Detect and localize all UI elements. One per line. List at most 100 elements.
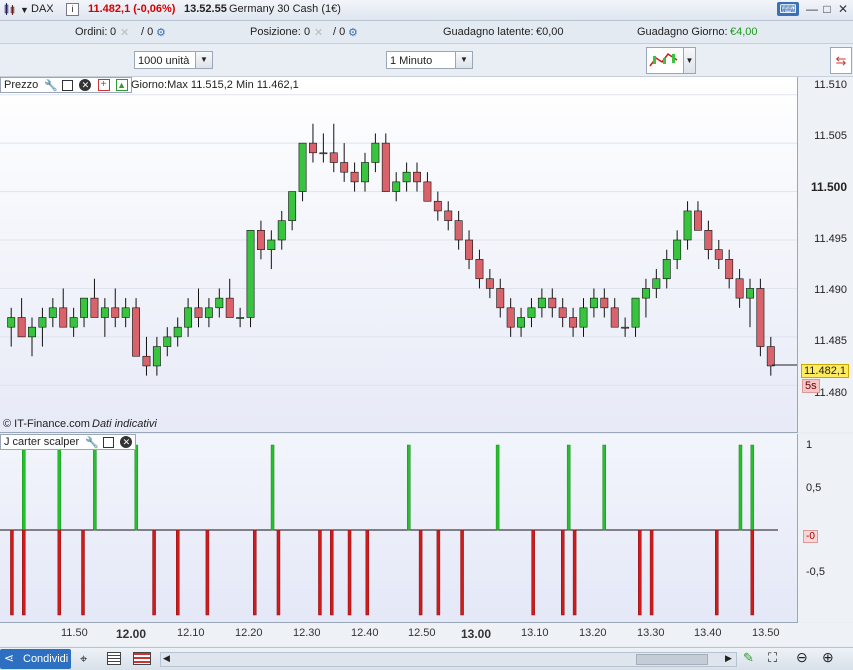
chevron-down-icon[interactable]: ▼ bbox=[20, 5, 29, 15]
orders-total: / 0 bbox=[141, 26, 154, 38]
instrument-name[interactable]: DAX bbox=[31, 3, 54, 15]
chevron-down-icon[interactable]: ▼ bbox=[195, 52, 212, 68]
indicator-axis[interactable]: 1 0,5 -0,5 -0 bbox=[798, 434, 853, 622]
price-chart-panel[interactable]: Prezzo 🔧 ✕ + ▲ Giorno:Max 11.515,2 Min 1… bbox=[0, 77, 798, 433]
candle-body bbox=[444, 210, 453, 221]
position-close-icon[interactable]: ✕ bbox=[314, 26, 323, 39]
candle-body bbox=[277, 220, 286, 241]
scroll-thumb[interactable] bbox=[636, 654, 708, 665]
sell-signal-bar bbox=[57, 529, 62, 616]
candle-body bbox=[309, 142, 317, 154]
position-gears-icon[interactable]: ⚙ bbox=[348, 26, 358, 39]
price-tick: 11.490 bbox=[814, 284, 847, 296]
candle-body bbox=[246, 230, 255, 318]
close-circle-icon[interactable]: ✕ bbox=[120, 436, 133, 449]
wrench-icon[interactable]: 🔧 bbox=[44, 79, 58, 92]
chart-type-dropdown[interactable]: ▼ bbox=[683, 47, 696, 74]
indicator-list-icon[interactable] bbox=[133, 652, 151, 665]
sell-signal-bar bbox=[253, 529, 257, 616]
trading-info-row: Ordini: 0 ✕ / 0 ⚙ Posizione: 0 ✕ / 0 ⚙ G… bbox=[0, 21, 853, 44]
candle-body bbox=[683, 210, 692, 241]
sell-signal-bar bbox=[205, 529, 210, 616]
indicator-panel[interactable]: J carter scalper 🔧 ✕ bbox=[0, 434, 798, 623]
info-icon[interactable]: i bbox=[66, 3, 79, 16]
candle-body bbox=[267, 239, 276, 250]
position-label: Posizione: bbox=[250, 26, 301, 38]
candle-body bbox=[475, 259, 484, 280]
candle-body bbox=[111, 307, 120, 318]
candle-body bbox=[402, 171, 411, 183]
orders-close-icon[interactable]: ✕ bbox=[120, 26, 129, 39]
chart-type-button[interactable] bbox=[646, 47, 684, 74]
buy-signal-bar bbox=[270, 444, 275, 531]
chevron-down-icon[interactable]: ▼ bbox=[455, 52, 472, 68]
sell-signal-bar bbox=[330, 529, 334, 616]
candle-body bbox=[152, 346, 161, 367]
zoom-out-icon[interactable]: ⊖ bbox=[796, 649, 808, 666]
latent-gain-value: €0,00 bbox=[536, 26, 564, 38]
candle-body bbox=[392, 181, 401, 192]
interval-select[interactable]: 1 Minuto ▼ bbox=[386, 51, 473, 69]
price-tick: 11.505 bbox=[814, 130, 847, 142]
zoom-in-icon[interactable]: ⊕ bbox=[822, 649, 834, 666]
candle-body bbox=[517, 317, 526, 328]
close-icon[interactable]: ✕ bbox=[836, 2, 850, 16]
keyboard-icon[interactable]: ⌨ bbox=[777, 2, 799, 16]
share-icon: ⋖ bbox=[4, 651, 15, 665]
candle-body bbox=[413, 171, 421, 183]
candle-body bbox=[38, 317, 47, 328]
candle-body bbox=[288, 191, 297, 221]
candle-body bbox=[496, 288, 505, 309]
price-chart[interactable] bbox=[0, 77, 797, 432]
maximize-icon[interactable]: □ bbox=[820, 2, 834, 16]
add-indicator-icon[interactable]: + bbox=[97, 79, 110, 92]
indicator-tick: -0,5 bbox=[806, 566, 825, 578]
candle-body bbox=[652, 278, 661, 289]
time-tick: 13.20 bbox=[579, 627, 607, 639]
time-tick: 11.50 bbox=[61, 627, 88, 639]
window-icon[interactable] bbox=[103, 436, 115, 448]
indicator-chart[interactable] bbox=[0, 434, 797, 622]
candle-body bbox=[371, 142, 380, 163]
quantity-select[interactable]: 1000 unità ▼ bbox=[134, 51, 213, 69]
buy-signal-bar bbox=[566, 444, 571, 531]
candle-body bbox=[610, 307, 619, 328]
time-tick: 13.10 bbox=[521, 627, 549, 639]
time-tick: 13.30 bbox=[637, 627, 665, 639]
instrument-fullname: Germany 30 Cash (1€) bbox=[229, 3, 341, 15]
candle-body bbox=[59, 307, 68, 328]
orders-gears-icon[interactable]: ⚙ bbox=[156, 26, 166, 39]
candle-body bbox=[7, 317, 16, 328]
draw-tool-icon[interactable]: ✎ bbox=[743, 650, 754, 666]
horizontal-scrollbar[interactable]: ◀ ▶ bbox=[160, 652, 737, 667]
price-axis[interactable]: 11.510 11.505 11.500 11.495 11.490 11.48… bbox=[798, 77, 853, 432]
time-tick: 12.10 bbox=[177, 627, 205, 639]
candle-body bbox=[579, 307, 588, 328]
candle-body bbox=[694, 210, 702, 231]
minimize-icon[interactable]: — bbox=[805, 2, 819, 16]
candle-body bbox=[90, 297, 99, 318]
candle-body bbox=[600, 297, 609, 309]
table-icon[interactable] bbox=[107, 652, 121, 665]
candle-body bbox=[319, 152, 328, 155]
candle-body bbox=[361, 162, 369, 183]
candle-body bbox=[381, 142, 390, 192]
scroll-right-icon[interactable]: ▶ bbox=[725, 653, 732, 664]
time-tick: 12.40 bbox=[351, 627, 379, 639]
share-button[interactable]: ⋖ Condividi bbox=[0, 649, 71, 669]
price-tick: 11.485 bbox=[814, 335, 847, 347]
zoom-fit-icon[interactable]: ⛶ bbox=[768, 650, 777, 666]
wrench-icon[interactable]: 🔧 bbox=[85, 436, 99, 449]
time-axis[interactable]: 11.50 12.00 12.10 12.20 12.30 12.40 12.5… bbox=[0, 623, 853, 646]
scroll-left-icon[interactable]: ◀ bbox=[163, 653, 170, 664]
cursor-tool-icon[interactable]: ⌖ bbox=[80, 651, 87, 667]
side-panel-toggle-icon[interactable]: ⇆ bbox=[830, 47, 852, 74]
buy-signal-bar bbox=[407, 444, 411, 531]
candle-body bbox=[423, 181, 432, 202]
candle-body bbox=[746, 288, 754, 299]
window-icon[interactable] bbox=[62, 79, 74, 91]
sell-signal-bar bbox=[152, 529, 156, 616]
close-circle-icon[interactable]: ✕ bbox=[79, 79, 92, 92]
sell-signal-bar bbox=[436, 529, 441, 616]
up-arrow-icon[interactable]: ▲ bbox=[115, 79, 128, 92]
